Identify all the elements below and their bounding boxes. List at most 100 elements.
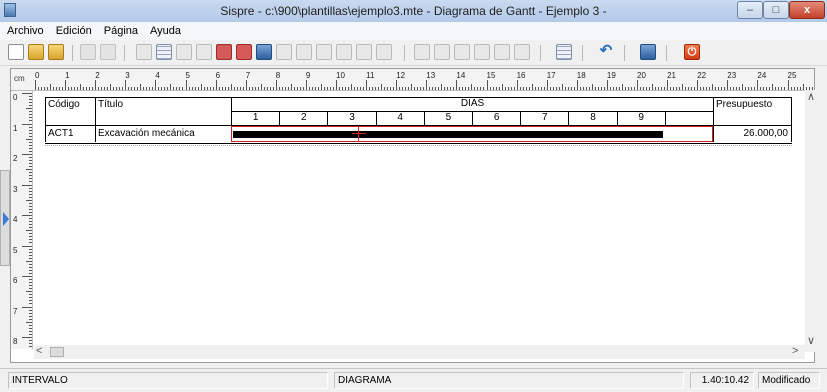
ruler-tick [116, 87, 118, 90]
ruler-tick [621, 84, 623, 90]
gantt-bar[interactable] [233, 131, 663, 138]
menu-archivo[interactable]: Archivo [6, 25, 45, 37]
ruler-tick [546, 80, 548, 90]
gantt-chart-icon[interactable] [216, 44, 232, 60]
list-icon[interactable] [136, 44, 152, 60]
ruler-tick [29, 297, 32, 299]
user-icon[interactable] [640, 44, 656, 60]
scroll-down-icon[interactable]: ∨ [807, 334, 815, 347]
grid-small-icon[interactable] [376, 44, 392, 60]
document-icon[interactable] [474, 44, 490, 60]
vertical-scrollbar[interactable]: ∧ ∨ [805, 90, 817, 352]
ruler-tick [29, 202, 32, 204]
chart-icon[interactable] [454, 44, 470, 60]
ruler-tick [125, 80, 127, 90]
minimize-button[interactable]: – [737, 1, 763, 19]
ruler-tick [570, 87, 572, 90]
ruler-tick [26, 199, 32, 201]
ruler-tick [706, 87, 708, 90]
ruler-tick [308, 87, 310, 90]
power-exit-icon[interactable]: ⏻ [684, 44, 700, 60]
ruler-number: 4 [155, 71, 160, 80]
vertical-ruler: 0 1 2 3 4 5 6 7 8 [11, 91, 33, 349]
scroll-up-icon[interactable]: ∧ [807, 90, 815, 103]
ruler-tick [29, 105, 32, 107]
copy-icon[interactable] [80, 44, 96, 60]
scroll-thumb[interactable] [50, 347, 64, 357]
dotted-separator [45, 145, 792, 146]
day-header-cell: 5 [423, 111, 472, 125]
ruler-tick [537, 87, 539, 90]
ruler-tick [131, 87, 133, 90]
ruler-tick [29, 346, 32, 348]
ruler-tick [405, 87, 407, 90]
row-titulo[interactable]: Excavación mecánica [95, 126, 231, 142]
horizontal-scrollbar[interactable]: < > [34, 345, 805, 359]
scroll-right-icon[interactable]: > [792, 345, 798, 357]
status-state: Modificado [758, 372, 820, 389]
page-icon[interactable] [316, 44, 332, 60]
ruler-tick [444, 87, 446, 90]
ruler-tick [366, 80, 368, 90]
ruler-tick [778, 87, 780, 90]
open-template-icon[interactable] [48, 44, 64, 60]
close-button[interactable]: x [789, 1, 825, 19]
scroll-left-icon[interactable]: < [36, 345, 42, 357]
text-field-icon[interactable] [434, 44, 450, 60]
ruler-tick [71, 87, 73, 90]
ruler-tick [640, 87, 641, 90]
sheet-icon[interactable] [514, 44, 530, 60]
box-icon[interactable] [296, 44, 312, 60]
menu-bar: Archivo Edición Página Ayuda [0, 22, 827, 40]
gantt-bar-cell[interactable] [231, 126, 713, 142]
ruler-number: 19 [606, 71, 616, 80]
spreadsheet-icon[interactable] [556, 44, 572, 60]
menu-pagina[interactable]: Página [103, 25, 139, 37]
text-a-icon[interactable] [276, 44, 292, 60]
maximize-button[interactable]: □ [763, 1, 789, 19]
ruler-tick [197, 87, 199, 90]
ruler-tick [468, 87, 470, 90]
paste-icon[interactable] [100, 44, 116, 60]
ruler-tick [627, 87, 629, 90]
ruler-tick [522, 87, 524, 90]
ruler-tick [22, 123, 32, 125]
ruler-tick [633, 87, 635, 90]
ruler-tick [227, 87, 229, 90]
lines-icon[interactable] [336, 44, 352, 60]
ruler-tick [107, 87, 109, 90]
ruler-tick [471, 84, 473, 90]
row-codigo[interactable]: ACT1 [45, 126, 95, 142]
ruler-tick [29, 233, 32, 235]
toolbar: ↶ ⏻ [0, 40, 827, 66]
ruler-tick [528, 87, 530, 90]
toolbar-separator [624, 45, 625, 61]
ruler-tick [170, 84, 172, 90]
open-folder-icon[interactable] [28, 44, 44, 60]
ruler-tick [29, 272, 32, 274]
report-icon[interactable] [196, 44, 212, 60]
form-icon[interactable] [494, 44, 510, 60]
ruler-tick [29, 343, 32, 345]
ruler-tick [552, 87, 554, 90]
ruler-tick [287, 87, 289, 90]
image-icon[interactable] [256, 44, 272, 60]
calendar-icon[interactable] [236, 44, 252, 60]
columns-icon[interactable] [356, 44, 372, 60]
filter-icon[interactable] [176, 44, 192, 60]
menu-ayuda[interactable]: Ayuda [149, 25, 182, 37]
menu-edicion[interactable]: Edición [55, 25, 93, 37]
ruler-tick [751, 87, 753, 90]
ruler-tick [26, 108, 32, 110]
ruler-tick [781, 87, 783, 90]
table-icon[interactable] [156, 44, 172, 60]
row-presupuesto[interactable]: 26.000,00 [713, 126, 792, 142]
undo-icon[interactable]: ↶ [598, 43, 614, 60]
new-document-icon[interactable] [8, 44, 24, 60]
ruler-tick [372, 87, 374, 90]
ruler-tick [655, 87, 657, 90]
ruler-tick [399, 87, 401, 90]
ruler-number: 5 [185, 71, 190, 80]
zoom-icon[interactable] [414, 44, 430, 60]
expand-arrow-icon[interactable] [3, 212, 9, 226]
